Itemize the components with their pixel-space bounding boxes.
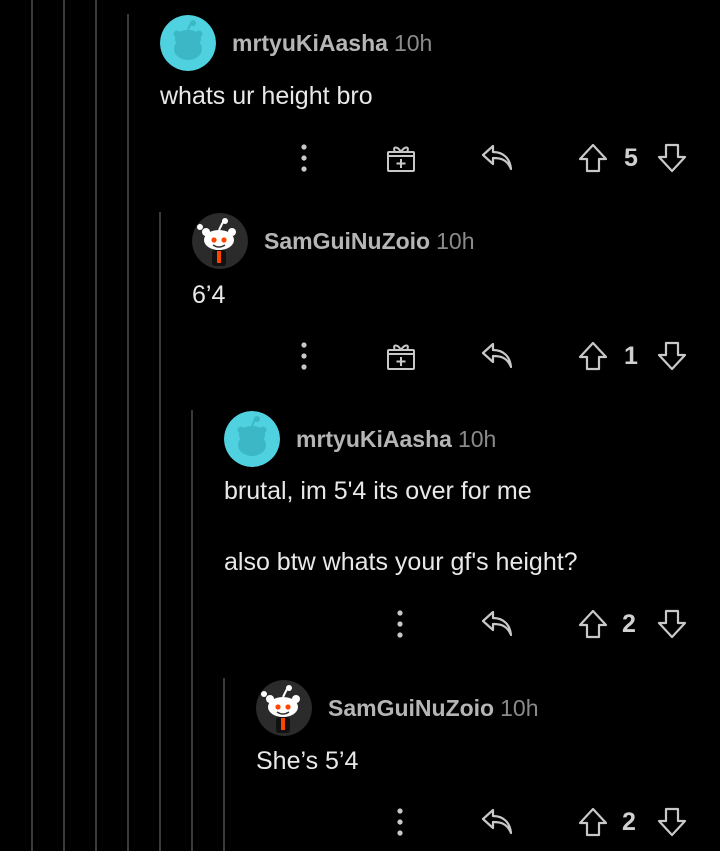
comment-body-line: also btw whats your gf's height?	[224, 548, 578, 576]
avatar[interactable]	[224, 411, 280, 467]
reply-button[interactable]	[480, 806, 514, 836]
avatar[interactable]	[192, 213, 248, 269]
award-gift-icon	[387, 344, 415, 370]
upvote-arrow-icon	[578, 807, 608, 837]
more-options-icon	[397, 610, 403, 638]
username-text[interactable]: mrtyuKiAasha	[232, 30, 388, 56]
timestamp: 10h	[457, 426, 497, 452]
timestamp: 10h	[436, 228, 475, 254]
comment: mrtyuKiAasha 10h brutal, im 5'4 its over …	[0, 398, 720, 666]
comment-body: She’s 5’4	[256, 747, 359, 775]
upvote-arrow-icon	[578, 341, 608, 371]
upvote-button[interactable]	[577, 608, 609, 640]
vote-count: 2	[622, 610, 636, 638]
username[interactable]: SamGuiNuZoio 10h	[328, 695, 539, 722]
award-gift-icon	[387, 146, 415, 172]
reply-button[interactable]	[480, 142, 514, 172]
username[interactable]: mrtyuKiAasha 10h	[296, 426, 496, 453]
upvote-arrow-icon	[578, 143, 608, 173]
username[interactable]: mrtyuKiAasha 10h	[232, 30, 432, 57]
username[interactable]: SamGuiNuZoio 10h	[264, 228, 475, 255]
comment: SamGuiNuZoio 10h She’s 5’4 2	[0, 666, 720, 851]
reply-button[interactable]	[480, 608, 514, 638]
timestamp: 10h	[393, 30, 433, 56]
reply-arrow-icon	[481, 342, 513, 369]
reply-button[interactable]	[480, 340, 514, 370]
downvote-button[interactable]	[656, 142, 688, 174]
downvote-button[interactable]	[656, 806, 688, 838]
vote-count: 2	[622, 808, 636, 836]
timestamp: 10h	[500, 695, 539, 721]
more-options-button[interactable]	[390, 806, 410, 838]
avatar[interactable]	[160, 15, 216, 71]
more-options-icon	[301, 144, 307, 172]
comment: SamGuiNuZoio 10h 6’4 1	[0, 200, 720, 398]
upvote-button[interactable]	[577, 806, 609, 838]
reply-arrow-icon	[481, 144, 513, 171]
reply-arrow-icon	[481, 808, 513, 835]
more-options-icon	[397, 808, 403, 836]
downvote-arrow-icon	[657, 609, 687, 639]
award-button[interactable]	[385, 340, 417, 372]
downvote-arrow-icon	[657, 341, 687, 371]
downvote-button[interactable]	[656, 608, 688, 640]
snoo-teal-avatar-icon	[160, 15, 216, 71]
comment-body-line: brutal, im 5'4 its over for me	[224, 477, 532, 505]
downvote-arrow-icon	[657, 143, 687, 173]
upvote-arrow-icon	[578, 609, 608, 639]
avatar[interactable]	[256, 680, 312, 736]
award-button[interactable]	[385, 142, 417, 174]
comment-body: 6’4	[192, 281, 226, 309]
snoo-default-avatar-icon	[192, 213, 248, 269]
upvote-button[interactable]	[577, 340, 609, 372]
vote-count: 5	[624, 144, 638, 172]
more-options-icon	[301, 342, 307, 370]
snoo-default-avatar-icon	[256, 680, 312, 736]
username-text[interactable]: SamGuiNuZoio	[328, 695, 494, 721]
more-options-button[interactable]	[294, 142, 314, 174]
downvote-arrow-icon	[657, 807, 687, 837]
more-options-button[interactable]	[390, 608, 410, 640]
more-options-button[interactable]	[294, 340, 314, 372]
username-text[interactable]: mrtyuKiAasha	[296, 426, 452, 452]
reply-arrow-icon	[481, 610, 513, 637]
downvote-button[interactable]	[656, 340, 688, 372]
comment: mrtyuKiAasha 10h whats ur height bro 5	[0, 0, 720, 200]
snoo-teal-avatar-icon	[224, 411, 280, 467]
comment-body: whats ur height bro	[160, 82, 373, 110]
vote-count: 1	[624, 342, 638, 370]
upvote-button[interactable]	[577, 142, 609, 174]
username-text[interactable]: SamGuiNuZoio	[264, 228, 430, 254]
